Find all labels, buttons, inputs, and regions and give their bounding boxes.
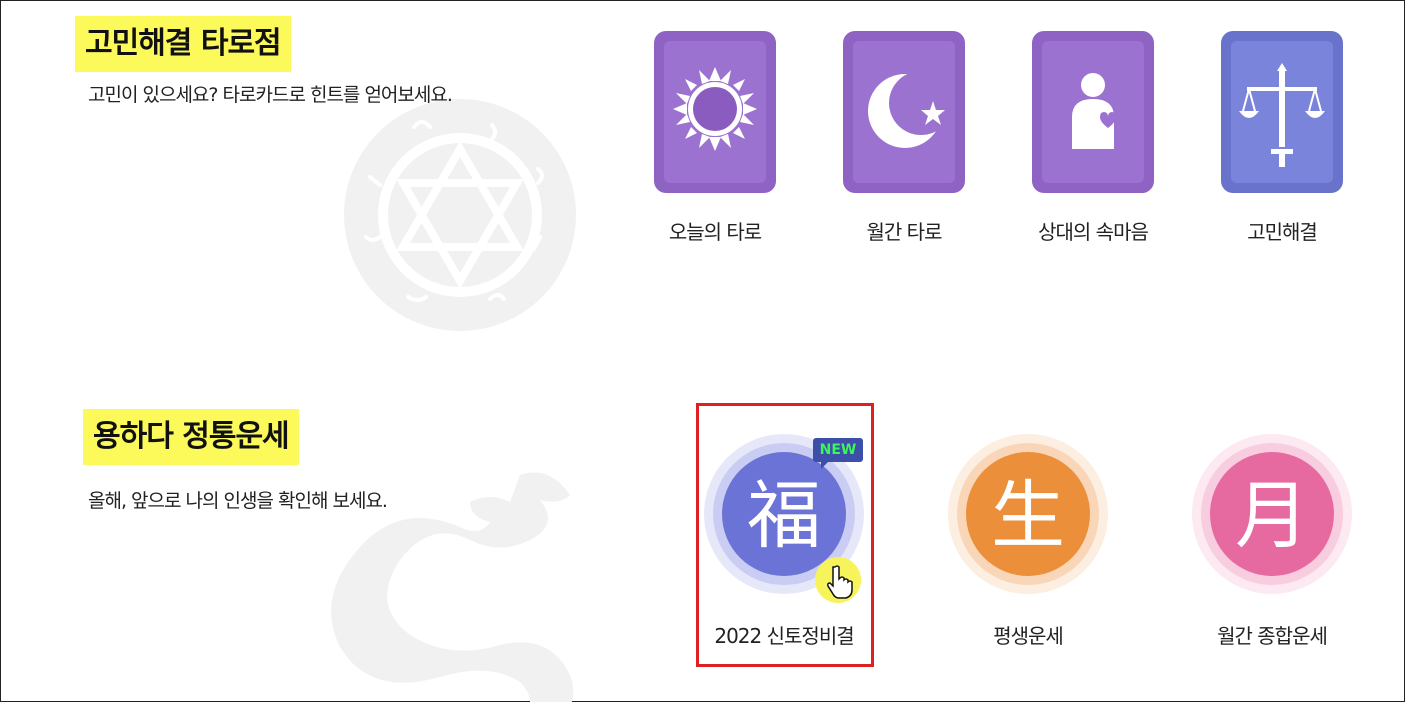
fortune-item-lifetime-char: 生	[991, 473, 1065, 559]
fortune-item-lifetime-label[interactable]: 평생운세	[928, 620, 1128, 649]
tarot-card-solution[interactable]	[1221, 31, 1343, 193]
fortune-item-monthly-char: 月	[1235, 473, 1309, 559]
sun-icon	[664, 41, 766, 183]
scales-sword-icon	[1231, 41, 1333, 183]
tarot-card-today[interactable]	[654, 31, 776, 193]
tarot-card-today-label[interactable]: 오늘의 타로	[635, 216, 795, 245]
fortune-item-monthly[interactable]: 月	[1191, 433, 1353, 595]
tarot-card-monthly-label[interactable]: 월간 타로	[824, 216, 984, 245]
selection-highlight	[696, 403, 874, 667]
tarot-card-monthly[interactable]	[843, 31, 965, 193]
tarot-card-solution-label[interactable]: 고민해결	[1202, 216, 1362, 245]
fortune-section-subtitle: 올해, 앞으로 나의 인생을 확인해 보세요.	[88, 490, 388, 512]
tarot-section-title: 고민해결 타로점	[75, 16, 291, 72]
fortune-circle-orange: 生	[948, 434, 1108, 594]
fortune-circle-pink: 月	[1192, 434, 1352, 594]
fortune-section-title: 용하다 정통운세	[83, 409, 299, 465]
fortune-item-monthly-label[interactable]: 월간 종합운세	[1172, 620, 1372, 649]
tarot-card-heart[interactable]	[1032, 31, 1154, 193]
moon-star-icon	[853, 41, 955, 183]
zodiac-wheel-icon	[344, 99, 576, 331]
tarot-section-subtitle: 고민이 있으세요? 타로카드로 힌트를 얻어보세요.	[88, 84, 453, 106]
tarot-card-heart-label[interactable]: 상대의 속마음	[1013, 216, 1173, 245]
fortune-item-lifetime[interactable]: 生	[947, 433, 1109, 595]
person-heart-icon	[1042, 41, 1144, 183]
